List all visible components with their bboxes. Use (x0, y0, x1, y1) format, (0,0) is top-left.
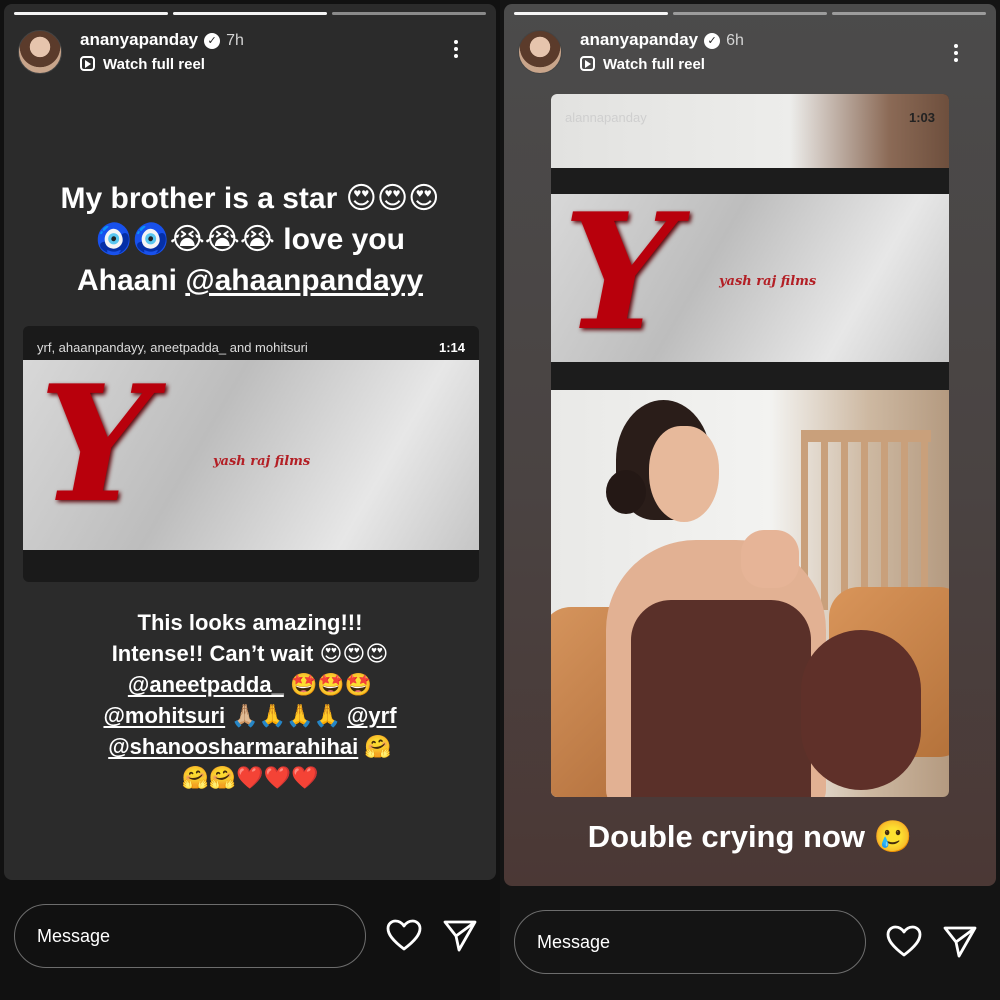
person-legs (801, 630, 921, 790)
mention-link[interactable]: @yrf (347, 703, 397, 728)
story-caption-top: My brother is a star 😍😍😍 🧿🧿😭😭😭 love you … (4, 178, 496, 301)
caption-line: My brother is a star 😍😍😍 (60, 182, 440, 215)
caption-emoji: 🤗 (358, 734, 392, 759)
progress-segment (832, 12, 986, 15)
mention-link[interactable]: @ahaanpandayy (185, 264, 423, 297)
story-header: ananyapanday ✓ 6h Watch full reel (518, 26, 986, 82)
username[interactable]: ananyapanday (580, 30, 698, 49)
story-panel-right: ananyapanday ✓ 6h Watch full reel alannapa… (500, 0, 1000, 1000)
post-time: 6h (726, 32, 744, 49)
shared-reel-card[interactable]: alannapanday 1:03 Y yash raj films (551, 94, 949, 797)
watch-full-reel-label: Watch full reel (603, 56, 705, 73)
caption-emoji: 🙏🏼🙏🙏🙏 (225, 703, 347, 728)
reel-credits: alannapanday (565, 110, 647, 125)
send-icon[interactable] (940, 922, 980, 962)
reel-duration: 1:03 (908, 110, 935, 125)
yrf-logo-text: yash raj films (213, 454, 311, 469)
reel-credits: yrf, ahaanpandayy, aneetpadda_ and mohit… (37, 340, 308, 355)
story-panel-left: ananyapanday ✓ 7h Watch full reel My broth… (0, 0, 500, 1000)
watch-full-reel-link[interactable]: Watch full reel (80, 56, 205, 73)
caption-emoji: 🤩🤩🤩 (283, 672, 373, 697)
progress-segment (14, 12, 168, 15)
reel-icon (580, 56, 595, 71)
progress-segment (673, 12, 827, 15)
caption-text: Ahaani (76, 264, 186, 297)
progress-segment (173, 12, 327, 15)
yrf-logo-text: yash raj films (719, 274, 817, 289)
story-caption: Double crying now 🥲 (587, 819, 913, 854)
reel-meta: alannapanday 1:03 (565, 110, 935, 125)
heart-icon[interactable] (884, 922, 924, 962)
caption-line: Intense!! Can’t wait 😍😍😍 (111, 641, 389, 666)
story-progress-bar (14, 12, 486, 15)
reel-photo (551, 390, 949, 797)
person-hair-bun (606, 470, 646, 514)
avatar[interactable] (18, 30, 62, 74)
reel-thumbnail: Y yash raj films (23, 360, 479, 550)
person-dress (631, 600, 811, 797)
username[interactable]: ananyapanday (80, 30, 198, 49)
caption-line: @aneetpadda_ 🤩🤩🤩 (4, 669, 496, 700)
yrf-logo-icon: Y (39, 360, 154, 538)
story-card[interactable]: ananyapanday ✓ 6h Watch full reel alannapa… (504, 4, 996, 886)
username-row: ananyapanday ✓ 7h (80, 30, 244, 50)
mention-link[interactable]: @mohitsuri (103, 703, 225, 728)
progress-segment (332, 12, 486, 15)
reel-thumbnail: Y yash raj films (551, 194, 949, 362)
message-input[interactable]: Message (514, 910, 866, 974)
caption-line: @mohitsuri 🙏🏼🙏🙏🙏 @yrf (4, 700, 496, 731)
caption-line: @shanoosharmarahihai 🤗 (4, 731, 496, 762)
yrf-logo-icon: Y (563, 194, 678, 362)
more-options-icon[interactable] (954, 44, 960, 65)
verified-badge-icon: ✓ (704, 33, 721, 49)
progress-segment (514, 12, 668, 15)
story-progress-bar (514, 12, 986, 15)
watch-full-reel-label: Watch full reel (103, 56, 205, 73)
reel-top-frame (551, 94, 949, 168)
watch-full-reel-link[interactable]: Watch full reel (580, 56, 705, 73)
post-time: 7h (226, 32, 244, 49)
story-card[interactable]: ananyapanday ✓ 7h Watch full reel My broth… (4, 4, 496, 880)
reply-bar: Message (0, 890, 500, 1000)
heart-icon[interactable] (384, 916, 424, 956)
caption-line: 🤗🤗❤️❤️❤️ (181, 765, 319, 790)
more-options-icon[interactable] (454, 40, 460, 61)
send-icon[interactable] (440, 916, 480, 956)
shared-reel-card[interactable]: yrf, ahaanpandayy, aneetpadda_ and mohit… (23, 326, 479, 582)
reel-meta: yrf, ahaanpandayy, aneetpadda_ and mohit… (37, 340, 465, 355)
message-input[interactable]: Message (14, 904, 366, 968)
person-face (649, 426, 719, 522)
avatar[interactable] (518, 30, 562, 74)
reel-duration: 1:14 (438, 340, 465, 355)
verified-badge-icon: ✓ (204, 33, 221, 49)
caption-line: This looks amazing!!! (137, 610, 363, 635)
story-caption-bottom: This looks amazing!!! Intense!! Can’t wa… (4, 607, 496, 793)
caption-line: Ahaani @ahaanpandayy (4, 260, 496, 301)
reel-icon (80, 56, 95, 71)
mention-link[interactable]: @aneetpadda_ (128, 672, 284, 697)
reply-bar: Message (500, 890, 1000, 1000)
username-row: ananyapanday ✓ 6h (580, 30, 744, 50)
mention-link[interactable]: @shanoosharmarahihai (108, 734, 358, 759)
caption-line: 🧿🧿😭😭😭 love you (95, 223, 405, 256)
story-header: ananyapanday ✓ 7h Watch full reel (18, 26, 486, 82)
person-hands (741, 530, 799, 588)
crib (801, 430, 931, 610)
